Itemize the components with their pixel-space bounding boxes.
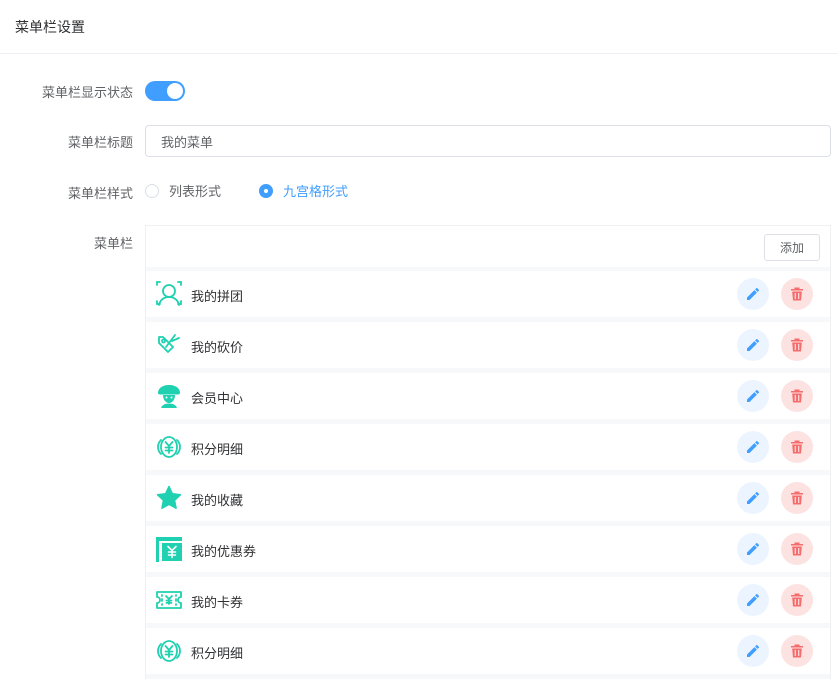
- menu-item: 积分明细: [146, 424, 830, 470]
- menu-item: 我的卡券: [146, 577, 830, 623]
- delete-button[interactable]: [781, 380, 813, 412]
- edit-button[interactable]: [737, 278, 769, 310]
- bargain-icon: [158, 334, 180, 353]
- delete-button[interactable]: [781, 278, 813, 310]
- menu-item: 我的优惠券: [146, 526, 830, 572]
- trash-icon: [791, 644, 803, 658]
- pencil-icon: [747, 491, 760, 504]
- menu-item-label: 积分明细: [191, 647, 244, 662]
- display-status-toggle[interactable]: [145, 81, 185, 101]
- group-icon: [156, 281, 182, 306]
- menu-list-panel: 添加 我的拼团 我的砍价 会员中心 积分明细 我的收藏 我的优惠券 我的卡券 积…: [145, 225, 831, 679]
- trash-icon: [791, 287, 803, 301]
- edit-button[interactable]: [737, 431, 769, 463]
- menu-item-label: 我的收藏: [191, 494, 244, 509]
- delete-button[interactable]: [781, 584, 813, 616]
- member-icon: [158, 385, 180, 408]
- menu-style-label: 菜单栏样式: [67, 187, 133, 202]
- menu-item: 会员中心: [146, 373, 830, 419]
- pencil-icon: [747, 440, 760, 453]
- toggle-knob: [167, 83, 183, 99]
- page-title: 菜单栏设置: [15, 20, 85, 36]
- points-icon: [157, 640, 181, 662]
- menu-item-label: 我的卡券: [191, 596, 244, 611]
- menu-item-label: 会员中心: [191, 392, 244, 407]
- menu-title-input[interactable]: [145, 125, 831, 157]
- edit-button[interactable]: [737, 635, 769, 667]
- delete-button[interactable]: [781, 329, 813, 361]
- menu-item-label: 积分明细: [191, 443, 244, 458]
- menu-item-label: 我的砍价: [191, 341, 244, 356]
- edit-button[interactable]: [737, 482, 769, 514]
- delete-button[interactable]: [781, 431, 813, 463]
- pencil-icon: [747, 389, 760, 402]
- trash-icon: [791, 491, 803, 505]
- menu-item: 我的拼团: [146, 271, 830, 317]
- pencil-icon: [747, 644, 760, 657]
- style-radio-grid[interactable]: 九宫格形式: [259, 181, 348, 200]
- menu-item: 我的砍价: [146, 322, 830, 368]
- edit-button[interactable]: [737, 329, 769, 361]
- menu-item-label: 我的拼团: [191, 290, 244, 305]
- trash-icon: [791, 593, 803, 607]
- radio-label-grid: 九宫格形式: [283, 185, 349, 200]
- trash-icon: [791, 389, 803, 403]
- edit-button[interactable]: [737, 584, 769, 616]
- menu-title-label: 菜单栏标题: [67, 136, 133, 151]
- points-icon: [157, 436, 181, 458]
- pencil-icon: [747, 338, 760, 351]
- style-radio-list[interactable]: 列表形式: [145, 181, 221, 200]
- pencil-icon: [747, 542, 760, 555]
- pencil-icon: [747, 593, 760, 606]
- menu-toolbar: 添加: [146, 226, 830, 267]
- trash-icon: [791, 338, 803, 352]
- menu-bar-label: 菜单栏: [93, 237, 133, 252]
- radio-dot: [145, 183, 159, 198]
- pencil-icon: [747, 287, 760, 300]
- trash-icon: [791, 440, 803, 454]
- add-button[interactable]: 添加: [764, 234, 820, 261]
- edit-button[interactable]: [737, 533, 769, 565]
- trash-icon: [791, 542, 803, 556]
- star-icon: [156, 485, 182, 509]
- delete-button[interactable]: [781, 533, 813, 565]
- delete-button[interactable]: [781, 482, 813, 514]
- coupon-icon: [156, 537, 182, 562]
- menu-item: 我的收藏: [146, 475, 830, 521]
- menu-item-label: 我的优惠券: [191, 545, 257, 560]
- radio-label-list: 列表形式: [169, 185, 222, 200]
- display-status-label: 菜单栏显示状态: [41, 86, 133, 101]
- page-header: 菜单栏设置: [0, 0, 837, 54]
- menu-item: 积分明细: [146, 628, 830, 674]
- delete-button[interactable]: [781, 635, 813, 667]
- edit-button[interactable]: [737, 380, 769, 412]
- radio-dot-checked: [259, 183, 273, 198]
- card-ticket-icon: [156, 591, 182, 609]
